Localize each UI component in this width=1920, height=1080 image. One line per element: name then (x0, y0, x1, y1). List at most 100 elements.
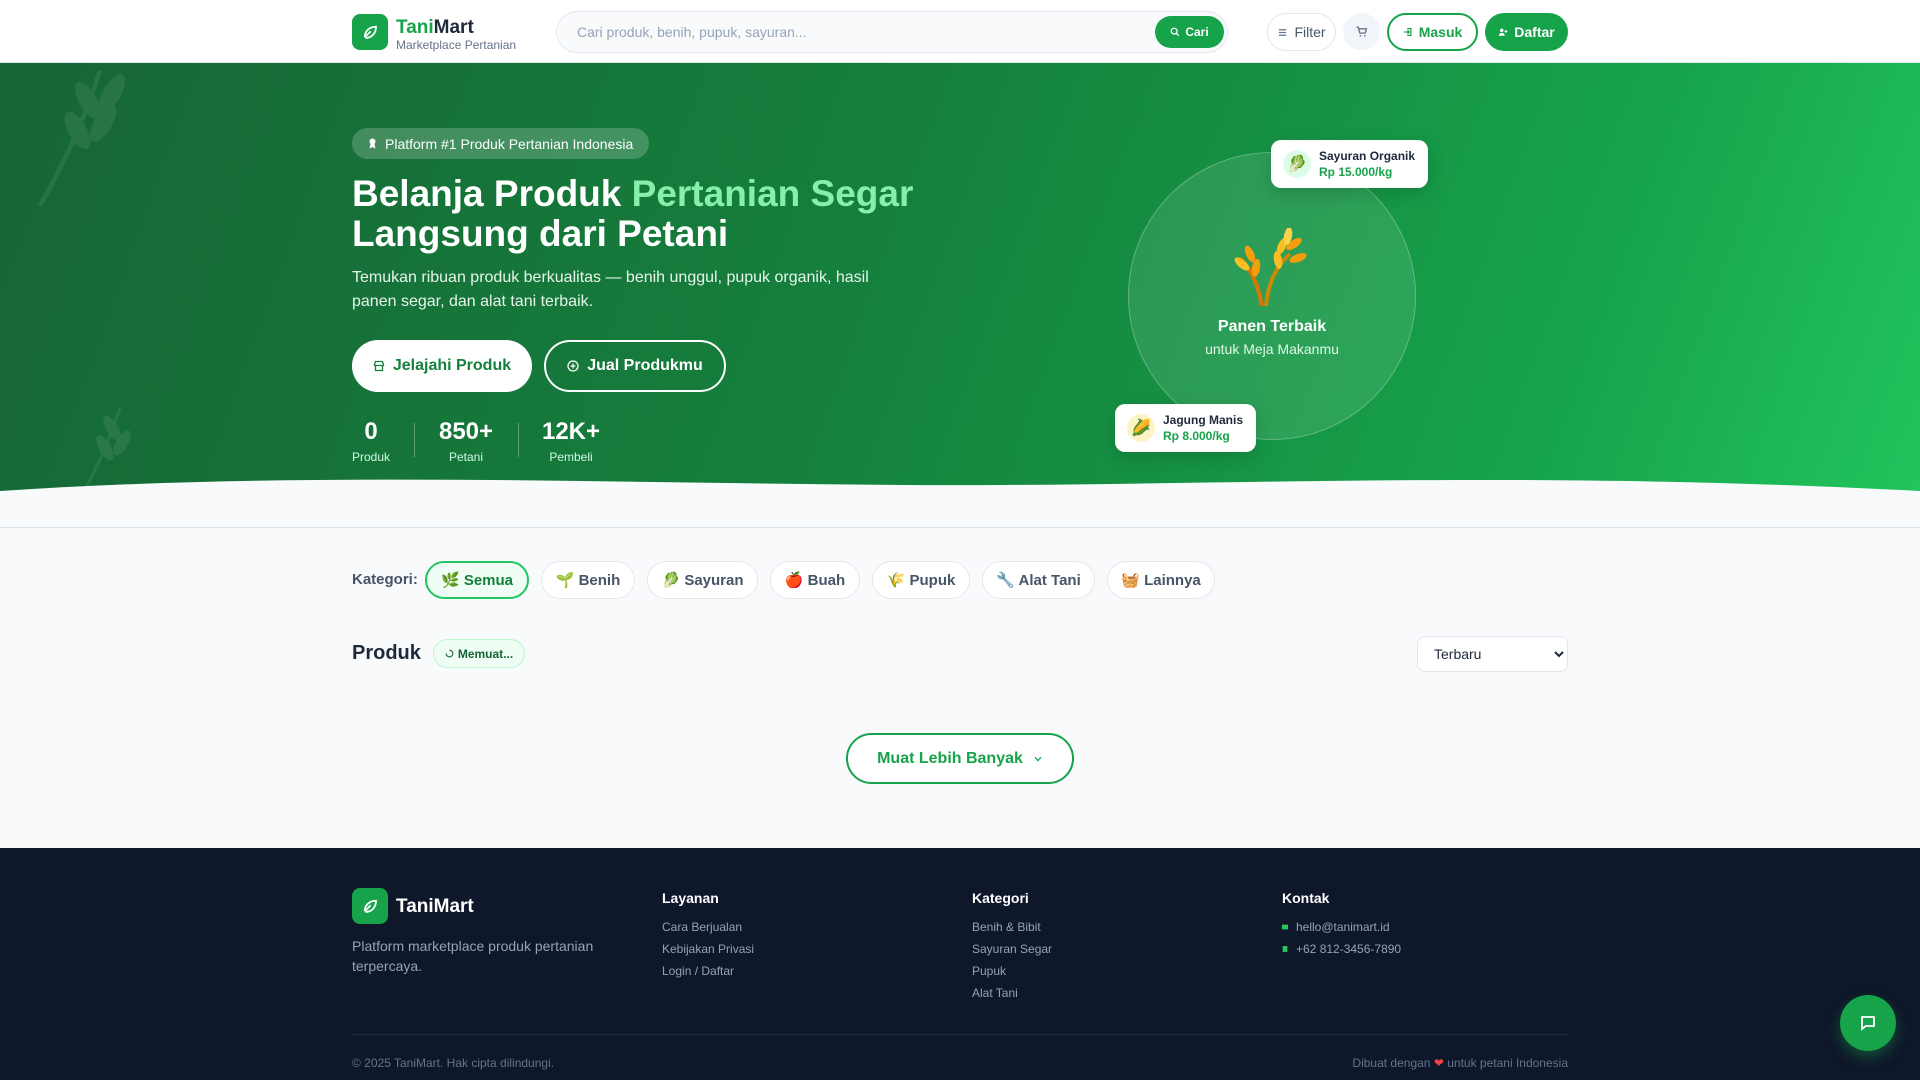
login-button[interactable]: Masuk (1387, 13, 1478, 51)
card-name: Sayuran Organik (1319, 149, 1416, 163)
phone-icon (1282, 946, 1288, 952)
brand-tagline: Marketplace Pertanian (396, 38, 517, 52)
cart-icon (1356, 26, 1368, 37)
loading-text: Memuat... (457, 646, 514, 661)
footer-link-privacy[interactable]: Kebijakan Privasi (662, 938, 754, 960)
sliders-icon (1279, 28, 1287, 36)
footer-contact-title: Kontak (1282, 890, 1330, 906)
featured-card-sweet-corn[interactable]: 🌽 Jagung Manis Rp 8.000/kg (1115, 404, 1256, 452)
category-chip-fertilizer[interactable]: 🌾 Pupuk (872, 561, 970, 599)
footer-categories-title: Kategori (972, 890, 1029, 906)
sell-product-label: Jual Produkmu (587, 357, 703, 374)
sort-select[interactable]: Terbaru (1417, 636, 1568, 672)
card-price: Rp 15.000/kg (1319, 165, 1393, 179)
vegetable-icon: 🥬 (1283, 150, 1311, 178)
mail-icon (1282, 924, 1288, 930)
store-icon (373, 360, 385, 372)
email-text: hello@tanimart.id (1296, 920, 1390, 934)
category-chip-farm-tools[interactable]: 🔧 Alat Tani (982, 561, 1095, 599)
card-price: Rp 8.000/kg (1163, 429, 1230, 443)
footer-link-vegetables[interactable]: Sayuran Segar (972, 938, 1052, 960)
footer-link-how-to-sell[interactable]: Cara Berjualan (662, 916, 754, 938)
cart-button[interactable] (1343, 13, 1380, 50)
sell-product-button[interactable]: Jual Produkmu (544, 340, 726, 392)
stat-products: 0 Produk (352, 418, 390, 464)
brand-part2: Mart (433, 17, 474, 38)
stat-farmers: 850+ Petani (436, 418, 496, 464)
brand-part1: Tani (396, 17, 434, 38)
award-icon (369, 138, 376, 149)
footer-link-seeds[interactable]: Benih & Bibit (972, 916, 1052, 938)
hero-title-part2: Langsung dari Petani (352, 213, 729, 254)
stat-value: 12K+ (541, 418, 601, 445)
featured-card-organic-vegetables[interactable]: 🥬 Sayuran Organik Rp 15.000/kg (1271, 140, 1428, 188)
stat-label: Pembeli (549, 450, 593, 464)
category-chip-vegetables[interactable]: 🥬 Sayuran (647, 561, 758, 599)
category-chip-others[interactable]: 🧺 Lainnya (1107, 561, 1215, 599)
top-navbar: TaniMart Marketplace Pertanian Cari Filt… (0, 0, 1920, 63)
footer-categories: Kategori Benih & Bibit Sayuran Segar Pup… (972, 890, 1052, 1004)
footer-email[interactable]: hello@tanimart.id (1282, 916, 1401, 938)
leaf-icon[interactable] (352, 14, 388, 50)
stat-divider (414, 423, 415, 457)
category-label: Kategori: (352, 571, 418, 588)
chevron-down-icon (1034, 756, 1042, 762)
loading-spinner-icon (445, 649, 454, 658)
category-chip-seeds[interactable]: 🌱 Benih (541, 561, 635, 599)
footer-phone[interactable]: +62 812-3456-7890 (1282, 938, 1401, 960)
footer-contact: Kontak hello@tanimart.id +62 812-3456-78… (1282, 890, 1401, 960)
footer-services-title: Layanan (662, 890, 719, 906)
card-name: Jagung Manis (1163, 413, 1244, 427)
load-more-button[interactable]: Muat Lebih Banyak (846, 733, 1074, 784)
plus-circle-icon (567, 360, 579, 372)
stat-value: 0 (364, 418, 378, 445)
search-button-label: Cari (1185, 25, 1209, 39)
phone-text: +62 812-3456-7890 (1296, 942, 1402, 956)
explore-products-button[interactable]: Jelajahi Produk (352, 340, 532, 392)
brand-name[interactable]: TaniMart (396, 17, 474, 39)
products-heading: Produk (352, 642, 421, 664)
load-more-label: Muat Lebih Banyak (877, 749, 1023, 767)
heart-icon: ❤ (1433, 1056, 1444, 1070)
filter-label: Filter (1294, 24, 1326, 40)
footer-services: Layanan Cara Berjualan Kebijakan Privasi… (662, 890, 754, 982)
chat-icon (1861, 1016, 1875, 1031)
hero-wave-divider (0, 479, 1920, 527)
category-chip-all[interactable]: 🌿 Semua (425, 561, 529, 599)
login-icon (1403, 28, 1412, 36)
footer-divider (352, 1034, 1568, 1035)
explore-products-label: Jelajahi Produk (392, 357, 512, 374)
hero-title-highlight: Pertanian Segar (631, 173, 914, 214)
platform-badge-text: Platform #1 Produk Pertanian Indonesia (385, 135, 634, 152)
hero-section: Platform #1 Produk Pertanian Indonesia B… (0, 63, 1920, 528)
search-input[interactable] (577, 12, 1117, 52)
platform-badge: Platform #1 Produk Pertanian Indonesia (352, 128, 650, 159)
stat-value: 850+ (438, 418, 494, 445)
wheat-decoration-icon (38, 69, 126, 207)
chat-fab-button[interactable] (1840, 995, 1896, 1051)
hero-title: Belanja Produk Pertanian Segar Langsung … (352, 174, 913, 254)
register-label: Daftar (1514, 24, 1555, 40)
illustration-title: Panen Terbaik (1217, 318, 1327, 335)
filter-button[interactable]: Filter (1267, 13, 1336, 51)
footer-link-tools[interactable]: Alat Tani (972, 982, 1052, 1004)
leaf-icon (352, 888, 388, 924)
footer-link-login[interactable]: Login / Daftar (662, 960, 754, 982)
stat-label: Produk (352, 450, 391, 464)
search-button[interactable]: Cari (1155, 16, 1224, 48)
footer-description: Platform marketplace produk pertanian te… (352, 938, 594, 974)
stat-divider (518, 423, 519, 457)
hero-title-part1: Belanja Produk (352, 173, 632, 214)
footer-brand: TaniMart (396, 896, 474, 917)
made-with-love: Dibuat dengan ❤ untuk petani Indonesia (1352, 1056, 1568, 1070)
made-prefix: Dibuat dengan (1352, 1056, 1431, 1070)
footer: TaniMart Platform marketplace produk per… (0, 848, 1920, 1080)
footer-link-fertilizer[interactable]: Pupuk (972, 960, 1052, 982)
hero-description: Temukan ribuan produk berkualitas — beni… (352, 269, 869, 310)
register-button[interactable]: Daftar (1485, 13, 1568, 51)
illustration-subtitle: untuk Meja Makanmu (1205, 341, 1339, 357)
stat-buyers: 12K+ Pembeli (540, 418, 602, 464)
login-label: Masuk (1418, 24, 1463, 40)
category-chip-fruits[interactable]: 🍎 Buah (770, 561, 860, 599)
stat-label: Petani (448, 450, 484, 464)
